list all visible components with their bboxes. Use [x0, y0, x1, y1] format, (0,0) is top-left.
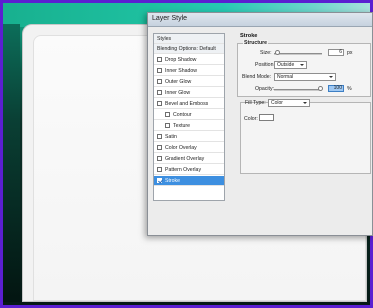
list-item-contour[interactable]: Contour [154, 110, 224, 120]
inner-shadow-checkbox[interactable] [157, 68, 162, 73]
opacity-slider-thumb[interactable] [318, 86, 323, 91]
styles-list: Styles Blending Options: Default Drop Sh… [153, 33, 225, 201]
chevron-down-icon [329, 76, 333, 78]
blend-mode-label: Blend Mode: [242, 74, 272, 80]
inner-glow-checkbox[interactable] [157, 90, 162, 95]
list-item-bevel-emboss[interactable]: Bevel and Emboss [154, 99, 224, 109]
drop-shadow-checkbox[interactable] [157, 57, 162, 62]
list-item-styles[interactable]: Styles [154, 34, 224, 44]
list-item-label: Inner Glow [165, 90, 191, 96]
size-input[interactable]: 6 [328, 49, 344, 56]
opacity-slider-track[interactable] [274, 89, 322, 91]
color-overlay-checkbox[interactable] [157, 145, 162, 150]
opacity-input[interactable]: 100 [328, 85, 344, 92]
chevron-down-icon [303, 102, 307, 104]
list-item-pattern-overlay[interactable]: Pattern Overlay [154, 165, 224, 175]
list-item-outer-glow[interactable]: Outer Glow [154, 77, 224, 87]
pattern-overlay-checkbox[interactable] [157, 167, 162, 172]
list-item-texture[interactable]: Texture [154, 121, 224, 131]
list-item-label: Satin [165, 134, 177, 140]
list-item-label: Drop Shadow [165, 57, 197, 63]
contour-checkbox[interactable] [165, 112, 170, 117]
stroke-heading: Stroke [240, 33, 258, 39]
list-item-inner-glow[interactable]: Inner Glow [154, 88, 224, 98]
fill-type-dropdown[interactable]: Color [268, 99, 310, 107]
bevel-emboss-checkbox[interactable] [157, 101, 162, 106]
list-item-label: Color Overlay [165, 145, 197, 151]
color-label: Color: [244, 116, 258, 122]
position-label: Position: [255, 62, 275, 68]
chevron-down-icon [300, 64, 304, 66]
blend-mode-dropdown[interactable]: Normal [274, 73, 336, 81]
fill-type-value: Color [271, 100, 283, 106]
list-item-label: Gradient Overlay [165, 156, 205, 162]
dialog-title: Layer Style [152, 15, 188, 22]
blend-mode-value: Normal [277, 74, 294, 80]
position-value: Outside [277, 62, 295, 68]
gradient-overlay-checkbox[interactable] [157, 156, 162, 161]
list-item-gradient-overlay[interactable]: Gradient Overlay [154, 154, 224, 164]
structure-legend: Structure [243, 40, 269, 46]
dialog-titlebar[interactable]: Layer Style [148, 13, 372, 27]
satin-checkbox[interactable] [157, 134, 162, 139]
size-unit: px [347, 50, 353, 56]
size-slider-track[interactable] [274, 53, 322, 55]
list-item-blending-options[interactable]: Blending Options: Default [154, 44, 224, 54]
list-item-label: Bevel and Emboss [165, 101, 209, 107]
list-item-label: Outer Glow [165, 79, 192, 85]
list-item-label: Inner Shadow [165, 68, 198, 74]
fill-type-label: Fill Type: [245, 100, 266, 106]
list-item-stroke[interactable]: Stroke [154, 176, 224, 186]
list-item-inner-shadow[interactable]: Inner Shadow [154, 66, 224, 76]
list-item-color-overlay[interactable]: Color Overlay [154, 143, 224, 153]
opacity-unit: % [347, 86, 352, 92]
left-dock-strip [3, 24, 20, 302]
stroke-checkbox[interactable] [157, 178, 162, 183]
color-swatch[interactable] [259, 114, 274, 121]
opacity-label: Opacity: [255, 86, 275, 92]
position-dropdown[interactable]: Outside [274, 61, 307, 69]
list-item-label: Contour [173, 112, 192, 118]
size-label: Size: [260, 50, 272, 56]
outer-glow-checkbox[interactable] [157, 79, 162, 84]
list-item-satin[interactable]: Satin [154, 132, 224, 142]
layer-style-dialog: Layer Style Styles Blending Options: Def… [147, 12, 373, 236]
texture-checkbox[interactable] [165, 123, 170, 128]
list-item-drop-shadow[interactable]: Drop Shadow [154, 55, 224, 65]
list-item-label: Texture [173, 123, 191, 129]
list-item-label: Pattern Overlay [165, 167, 202, 173]
list-item-label: Stroke [165, 178, 180, 184]
fill-group [240, 102, 371, 174]
size-slider-thumb[interactable] [275, 50, 280, 55]
